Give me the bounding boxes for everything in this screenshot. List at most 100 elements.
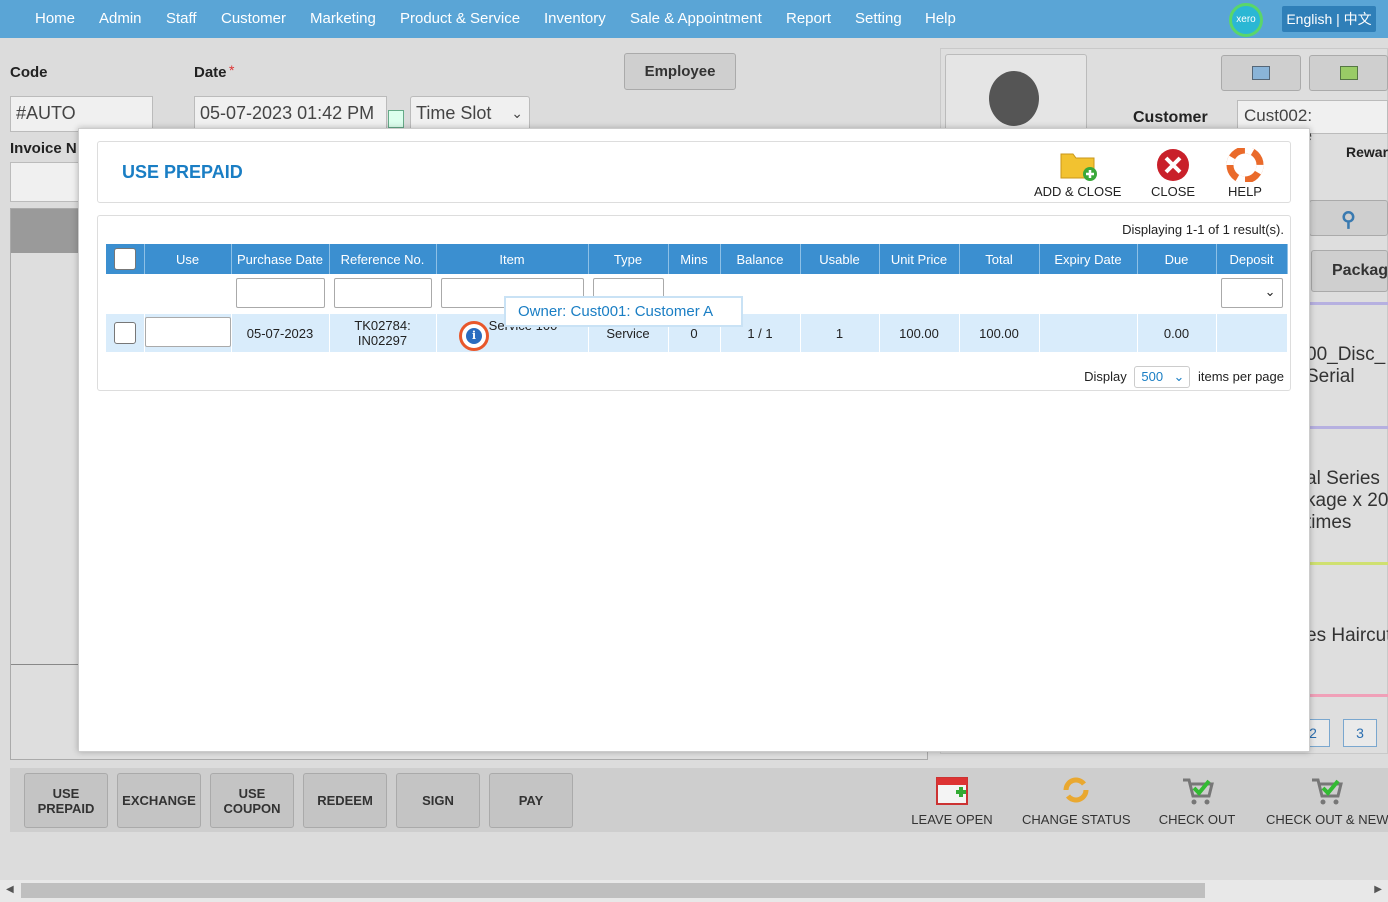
column-header-deposit[interactable]: Deposit (1216, 244, 1288, 274)
package-item-3-line-1[interactable]: es Haircut (1306, 625, 1388, 647)
check-out-button[interactable]: CHECK OUT (1157, 772, 1237, 828)
row-checkbox[interactable] (113, 322, 136, 344)
card-button[interactable] (1221, 55, 1301, 91)
employee-button[interactable]: Employee (624, 53, 736, 90)
scroll-left-icon[interactable]: ◀ (6, 884, 14, 895)
chevron-down-icon: ⌄ (511, 105, 523, 121)
close-icon (1157, 149, 1190, 181)
column-header-usable[interactable]: Usable (800, 244, 880, 274)
select-all-header (106, 244, 145, 274)
package-item-2-line-2[interactable]: kage x 20 (1306, 490, 1388, 512)
column-header-balance[interactable]: Balance (720, 244, 801, 274)
nav-product-service[interactable]: Product & Service (400, 10, 520, 27)
invoice-field[interactable] (10, 162, 80, 202)
column-header-due[interactable]: Due (1137, 244, 1217, 274)
info-icon-highlight[interactable]: i (459, 321, 489, 351)
column-header-expiry-date[interactable]: Expiry Date (1039, 244, 1138, 274)
package-tab[interactable]: Package (1311, 250, 1388, 292)
column-header-mins[interactable]: Mins (668, 244, 721, 274)
use-coupon-button[interactable]: USE COUPON (210, 773, 294, 828)
pay-button[interactable]: PAY (489, 773, 573, 828)
select-all-checkbox[interactable] (113, 248, 136, 270)
column-header-purchase-date[interactable]: Purchase Date (231, 244, 330, 274)
items-per-page-select[interactable]: 500 ⌄ (1134, 366, 1191, 388)
customer-label: Customer (1133, 109, 1208, 126)
cash-icon (1339, 66, 1358, 80)
owner-tooltip: Owner: Cust001: Customer A (504, 296, 743, 327)
column-header-reference[interactable]: Reference No. (329, 244, 437, 274)
close-button[interactable]: CLOSE (1151, 148, 1195, 199)
add-close-button[interactable]: ADD & CLOSE (1034, 148, 1121, 199)
invoice-label: Invoice N (10, 140, 77, 157)
package-item-2-line-3[interactable]: times (1306, 512, 1351, 534)
nav-sale-appointment[interactable]: Sale & Appointment (630, 10, 762, 27)
time-slot-value: Time Slot (416, 103, 492, 123)
search-icon: ⚲ (1341, 209, 1356, 231)
reference-filter[interactable] (333, 277, 432, 308)
use-prepaid-modal: USE PREPAID ADD & CLOSE CLOSE HELP Displ… (78, 128, 1310, 752)
leave-open-label: LEAVE OPEN (911, 812, 993, 827)
items-per-page-label: items per page (1198, 369, 1284, 384)
use-prepaid-button[interactable]: USE PREPAID (24, 773, 108, 828)
change-status-button[interactable]: CHANGE STATUS (1022, 772, 1131, 828)
cash-button[interactable] (1309, 55, 1388, 91)
redeem-button[interactable]: REDEEM (303, 773, 387, 828)
nav-admin[interactable]: Admin (99, 10, 142, 27)
cell-usable: 1 (800, 314, 880, 352)
leave-open-button[interactable]: LEAVE OPEN (908, 772, 996, 828)
package-item-1-line-2[interactable]: Serial (1306, 366, 1355, 388)
scroll-right-icon[interactable]: ▶ (1374, 884, 1382, 895)
avatar-box[interactable] (945, 54, 1087, 132)
nav-marketing[interactable]: Marketing (310, 10, 376, 27)
page-button-3[interactable]: 3 (1343, 719, 1377, 747)
table-header-row: Use Purchase Date Reference No. Item Typ… (106, 244, 1288, 274)
help-button[interactable]: HELP (1225, 148, 1265, 199)
card-icon (1252, 66, 1270, 80)
calendar-add-icon (936, 777, 968, 805)
column-header-type[interactable]: Type (588, 244, 669, 274)
nav-setting[interactable]: Setting (855, 10, 902, 27)
column-header-unit-price[interactable]: Unit Price (879, 244, 960, 274)
avatar (989, 71, 1039, 126)
column-header-use[interactable]: Use (144, 244, 232, 274)
nav-home[interactable]: Home (35, 10, 75, 27)
code-field[interactable]: #AUTO (10, 96, 153, 132)
deposit-filter[interactable]: ⌄ (1220, 277, 1283, 308)
search-button[interactable]: ⚲ (1309, 200, 1388, 236)
scrollbar-thumb[interactable] (21, 883, 1205, 898)
exchange-button[interactable]: EXCHANGE (117, 773, 201, 828)
horizontal-scrollbar[interactable]: ◀ ▶ (0, 880, 1388, 902)
purchase-date-filter[interactable] (235, 277, 325, 308)
time-slot-select[interactable]: Time Slot ⌄ (410, 96, 530, 132)
nav-help[interactable]: Help (925, 10, 956, 27)
column-header-total[interactable]: Total (959, 244, 1040, 274)
sign-button[interactable]: SIGN (396, 773, 480, 828)
nav-customer[interactable]: Customer (221, 10, 286, 27)
nav-report[interactable]: Report (786, 10, 831, 27)
cell-reference: TK02784: IN02297 (329, 314, 437, 352)
cell-purchase-date: 05-07-2023 (231, 314, 330, 352)
date-field[interactable]: 05-07-2023 01:42 PM (194, 96, 387, 132)
cell-due: 0.00 (1137, 314, 1217, 352)
package-item-1-line-1[interactable]: 00_Disc_ (1306, 344, 1385, 366)
package-item-2-line-1[interactable]: al Series (1306, 468, 1380, 490)
column-header-item[interactable]: Item (436, 244, 589, 274)
calendar-icon[interactable] (388, 110, 404, 128)
add-close-label: ADD & CLOSE (1034, 184, 1122, 199)
refresh-icon (1063, 777, 1089, 803)
modal-title: USE PREPAID (122, 162, 243, 182)
top-nav-bar: Home Admin Staff Customer Marketing Prod… (0, 0, 1388, 38)
cell-unit-price: 100.00 (879, 314, 960, 352)
modal-header: USE PREPAID ADD & CLOSE CLOSE HELP (97, 141, 1291, 203)
display-label: Display (1084, 369, 1127, 384)
xero-logo-icon[interactable]: xero (1229, 3, 1263, 37)
package-separator (1309, 302, 1388, 305)
nav-inventory[interactable]: Inventory (544, 10, 606, 27)
nav-staff[interactable]: Staff (166, 10, 197, 27)
language-switch[interactable]: English | 中文 (1282, 6, 1376, 32)
result-count: Displaying 1-1 of 1 result(s). (1122, 222, 1284, 237)
help-label: HELP (1228, 184, 1262, 199)
check-out-new-button[interactable]: CHECK OUT & NEW (1266, 772, 1388, 828)
use-quantity-input[interactable] (144, 316, 231, 347)
package-separator (1309, 426, 1388, 429)
